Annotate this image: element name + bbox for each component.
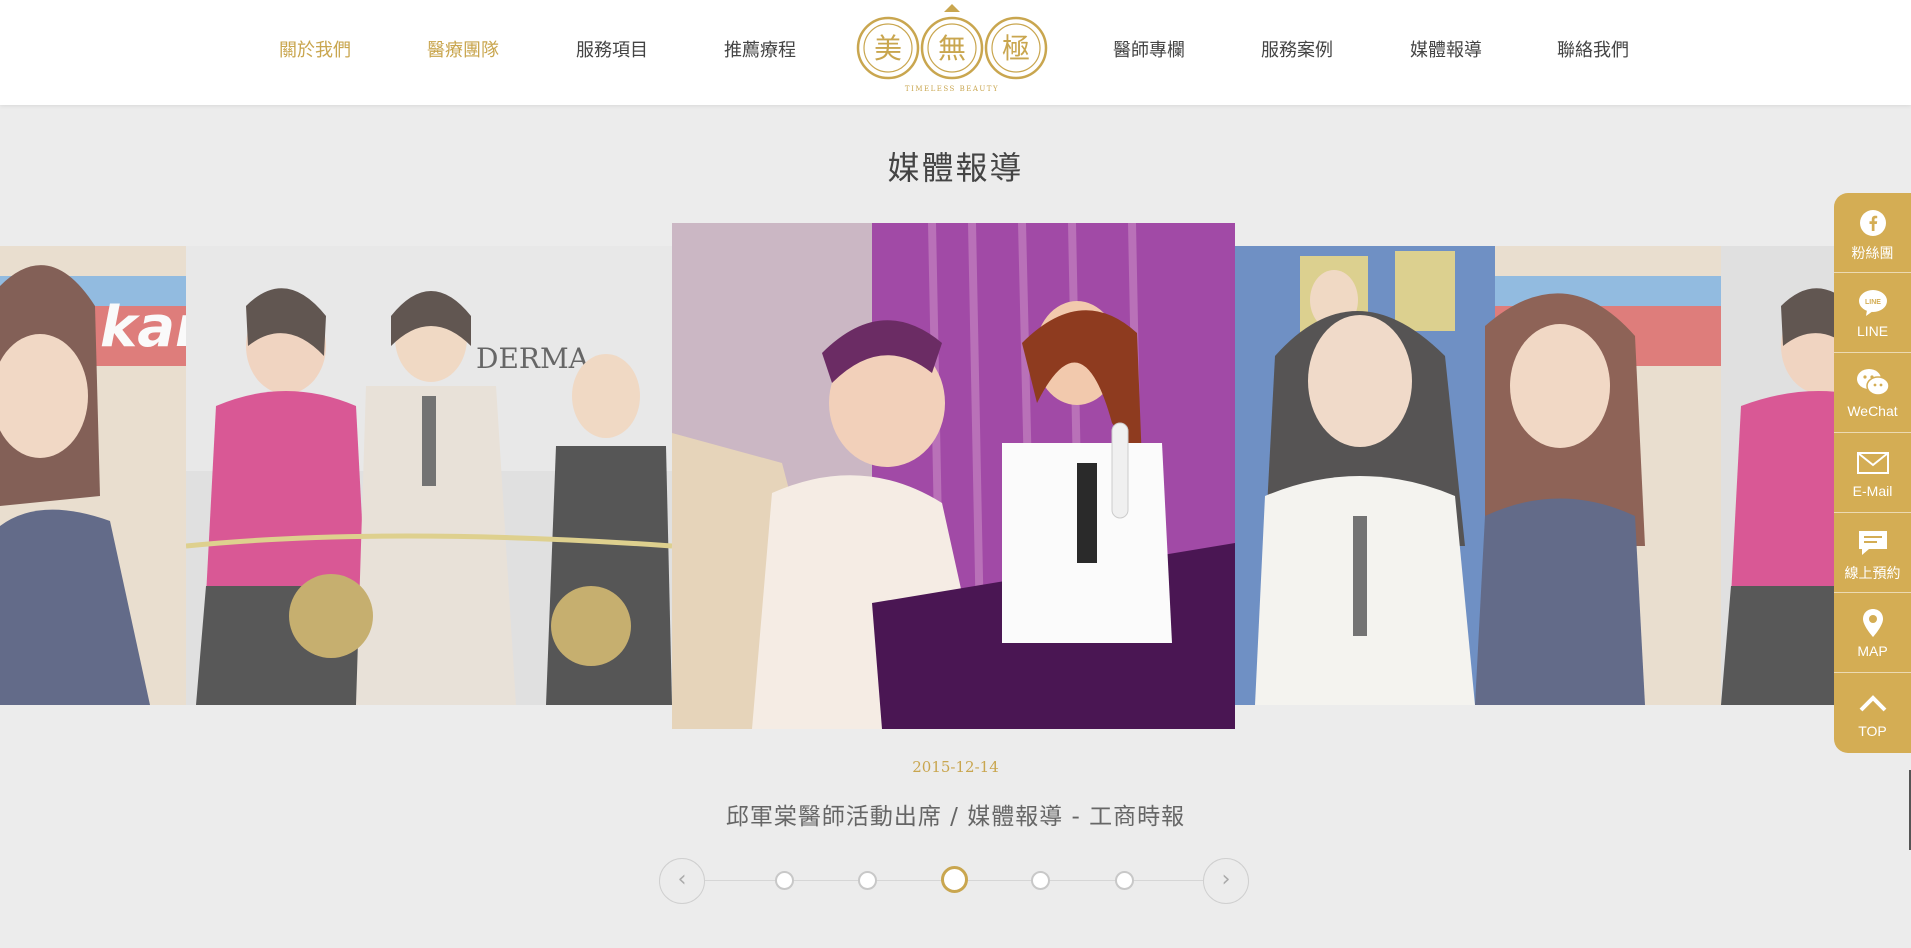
logo-char-1: 美 <box>874 32 902 65</box>
sidebar-label: 線上預約 <box>1844 565 1901 581</box>
pager-dot[interactable] <box>1031 871 1050 890</box>
sidebar-item-map[interactable]: MAP <box>1834 593 1911 673</box>
sidebar-label: LINE <box>1856 323 1889 339</box>
nav-treatments[interactable]: 推薦療程 <box>724 36 796 62</box>
line-icon: LINE <box>1834 287 1911 319</box>
facebook-icon <box>1834 207 1911 239</box>
sidebar-label: TOP <box>1858 723 1887 739</box>
slide-image[interactable]: DERMA <box>186 246 672 705</box>
sidebar-label: WeChat <box>1847 403 1898 419</box>
page-title: 媒體報導 <box>887 149 1024 187</box>
nav-services[interactable]: 服務項目 <box>576 36 648 62</box>
sidebar-label: E-Mail <box>1852 483 1893 499</box>
logo-char-3: 極 <box>1002 32 1030 65</box>
sidebar-item-line[interactable]: LINE LINE <box>1834 273 1911 353</box>
logo-tagline: TIMELESS BEAUTY <box>905 85 999 93</box>
next-arrow-button[interactable]: › <box>1203 858 1249 904</box>
pager-dot[interactable] <box>858 871 877 890</box>
logo-char-2: 無 <box>938 32 966 65</box>
nav-doctor-column[interactable]: 醫師專欄 <box>1113 36 1185 62</box>
chat-icon <box>1834 527 1911 559</box>
pager-dot-active[interactable] <box>941 866 968 893</box>
map-pin-icon <box>1834 607 1911 639</box>
sidebar-item-email[interactable]: E-Mail <box>1834 433 1911 513</box>
slide-caption[interactable]: 邱軍棠醫師活動出席 / 媒體報導 - 工商時報 <box>0 797 1911 831</box>
sidebar-label: 粉絲團 <box>1851 245 1894 261</box>
slide-image[interactable] <box>1235 246 1721 705</box>
nav-cases[interactable]: 服務案例 <box>1261 36 1333 62</box>
nav-media[interactable]: 媒體報導 <box>1410 36 1482 62</box>
mail-icon <box>1834 447 1911 479</box>
pager-dot[interactable] <box>1115 871 1134 890</box>
sidebar-item-facebook[interactable]: 粉絲團 <box>1834 193 1911 273</box>
floating-contact-bar: 粉絲團 LINE LINE WeChat E-Mail 線上預約 MAP TOP <box>1834 193 1911 753</box>
prev-arrow-button[interactable]: ‹ <box>659 858 705 904</box>
svg-text:LINE: LINE <box>1865 299 1881 306</box>
wechat-icon <box>1834 367 1911 399</box>
slide-date: 2015-12-14 <box>912 758 999 776</box>
slide-image-active[interactable] <box>672 223 1235 729</box>
arrow-up-icon <box>1834 687 1911 719</box>
sidebar-item-wechat[interactable]: WeChat <box>1834 353 1911 433</box>
sidebar-item-booking[interactable]: 線上預約 <box>1834 513 1911 593</box>
nav-about[interactable]: 關於我們 <box>279 36 351 62</box>
nav-medical-team[interactable]: 醫療團隊 <box>427 36 499 62</box>
site-header: 關於我們 醫療團隊 服務項目 推薦療程 美 無 極 TIMELESS BEAUT… <box>0 0 1911 105</box>
sidebar-item-top[interactable]: TOP <box>1834 673 1911 753</box>
pager-dot[interactable] <box>775 871 794 890</box>
logo[interactable]: 美 無 極 TIMELESS BEAUTY <box>852 2 1052 94</box>
slide-image[interactable]: kang <box>0 246 186 705</box>
slide-image[interactable] <box>1721 246 1835 705</box>
nav-contact[interactable]: 聯絡我們 <box>1557 36 1629 62</box>
sidebar-label: MAP <box>1857 643 1888 659</box>
